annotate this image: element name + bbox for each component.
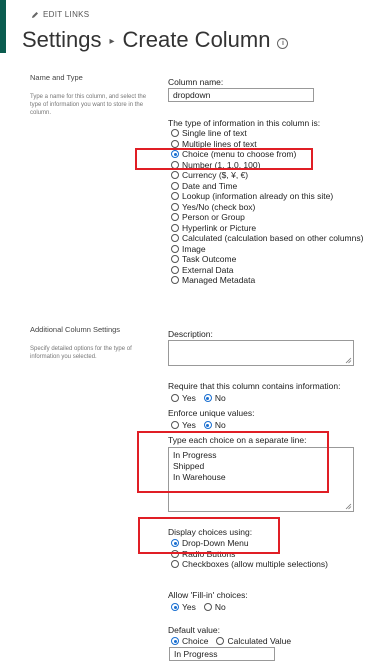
fillin-radio-group: Yes No [171, 602, 226, 612]
unique-label: Enforce unique values: [168, 408, 255, 418]
breadcrumb-current: Create Column [122, 27, 271, 52]
radio-button[interactable] [171, 223, 179, 232]
radio-button[interactable] [171, 139, 179, 148]
breadcrumb-separator-icon: ▸ [109, 35, 115, 47]
radio-button[interactable] [171, 265, 179, 274]
type-option-label: Yes/No (check box) [182, 201, 256, 212]
radio-button[interactable] [171, 192, 179, 201]
description-textarea[interactable] [168, 340, 354, 366]
type-option-label: Calculated (calculation based on other c… [182, 233, 364, 243]
default-calculated-radio[interactable]: Calculated Value [216, 636, 291, 646]
type-option[interactable]: External Data [171, 265, 363, 276]
type-option[interactable]: Date and Time [171, 181, 363, 192]
info-icon[interactable]: i [277, 37, 289, 49]
type-option-label: Image [182, 243, 206, 254]
type-label: The type of information in this column i… [168, 118, 321, 128]
type-option[interactable]: Lookup (information already on this site… [171, 191, 363, 202]
resize-grip-icon[interactable] [345, 357, 352, 364]
radio-button[interactable] [171, 244, 179, 253]
unique-yes-radio[interactable]: Yes [171, 420, 196, 430]
type-option[interactable]: Managed Metadata [171, 275, 363, 286]
column-name-input[interactable]: dropdown [168, 88, 314, 102]
type-option[interactable]: Task Outcome [171, 254, 363, 265]
type-option-label: Date and Time [182, 180, 238, 191]
radio-button[interactable] [171, 213, 179, 222]
highlight-box-choice [135, 148, 313, 170]
type-option-label: External Data [182, 264, 234, 275]
radio-button[interactable] [171, 234, 179, 243]
require-no-radio[interactable]: No [203, 393, 226, 403]
radio-button[interactable] [171, 171, 179, 180]
type-option[interactable]: Image [171, 244, 363, 255]
type-option-label: Task Outcome [182, 254, 237, 264]
pencil-icon [32, 11, 38, 18]
fillin-no-radio[interactable]: No [203, 602, 226, 612]
require-radio-group: Yes No [171, 393, 226, 403]
unique-no-radio[interactable]: No [203, 420, 226, 430]
section-title-additional: Additional Column Settings [30, 325, 121, 334]
require-yes-radio[interactable]: Yes [171, 393, 196, 403]
radio-button[interactable] [171, 560, 179, 569]
display-option[interactable]: Checkboxes (allow multiple selections) [171, 559, 328, 570]
type-option-label: Single line of text [182, 128, 247, 138]
section-description-name-type: Type a name for this column, and select … [30, 94, 147, 116]
unique-radio-group: Yes No [171, 420, 226, 430]
page-title: Settings ▸ Create Column i [22, 27, 289, 53]
type-option-label: Hyperlink or Picture [182, 222, 257, 233]
radio-button[interactable] [171, 202, 179, 211]
section-title-name-type: Name and Type [30, 73, 83, 82]
fillin-yes-radio[interactable]: Yes [171, 602, 196, 612]
radio-button[interactable] [171, 255, 179, 264]
fillin-label: Allow 'Fill-in' choices: [168, 590, 248, 600]
column-name-label: Column name: [168, 77, 224, 87]
type-option[interactable]: Yes/No (check box) [171, 202, 363, 213]
breadcrumb-settings[interactable]: Settings [22, 27, 102, 53]
section-description-additional: Specify detailed options for the type of… [30, 346, 132, 360]
type-option-label: Currency ($, ¥, €) [182, 170, 249, 180]
type-option-label: Person or Group [182, 212, 245, 222]
type-option[interactable]: Currency ($, ¥, €) [171, 170, 363, 181]
type-option-label: Lookup (information already on this site… [182, 191, 334, 201]
radio-button[interactable] [171, 129, 179, 138]
description-label: Description: [168, 329, 213, 339]
display-option-label: Checkboxes (allow multiple selections) [182, 559, 328, 569]
type-option[interactable]: Single line of text [171, 128, 363, 139]
accent-bar [0, 0, 6, 53]
resize-grip-icon[interactable] [345, 503, 352, 510]
require-label: Require that this column contains inform… [168, 381, 341, 391]
type-option-label: Managed Metadata [182, 275, 256, 285]
default-choice-radio[interactable]: Choice [171, 636, 208, 646]
type-option[interactable]: Person or Group [171, 212, 363, 223]
edit-links-button[interactable]: EDIT LINKS [31, 10, 89, 19]
default-value-label: Default value: [168, 625, 220, 635]
default-value-input[interactable]: In Progress [169, 647, 275, 661]
radio-button[interactable] [171, 276, 179, 285]
default-type-radio-group: Choice Calculated Value [171, 636, 291, 646]
type-option[interactable]: Calculated (calculation based on other c… [171, 233, 363, 244]
type-option[interactable]: Hyperlink or Picture [171, 223, 363, 234]
edit-links-label: EDIT LINKS [43, 10, 90, 19]
radio-button[interactable] [171, 181, 179, 190]
highlight-box-display [138, 517, 280, 554]
highlight-box-choices [137, 431, 329, 493]
